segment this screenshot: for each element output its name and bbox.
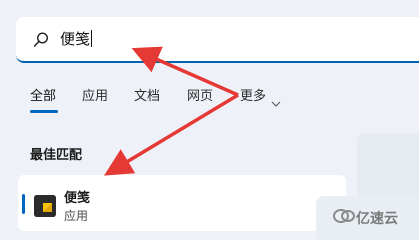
tab-apps[interactable]: 应用 bbox=[82, 88, 108, 106]
sticky-notes-icon bbox=[34, 195, 56, 217]
chevron-down-icon bbox=[271, 93, 281, 107]
tab-web[interactable]: 网页 bbox=[187, 88, 213, 106]
search-query: 便笺 bbox=[60, 30, 91, 48]
tab-all[interactable]: 全部 bbox=[30, 88, 56, 106]
search-input[interactable]: 便笺 bbox=[60, 29, 93, 49]
search-box[interactable]: 便笺 bbox=[16, 17, 419, 63]
selection-indicator bbox=[22, 194, 25, 214]
result-app-type: 应用 bbox=[64, 209, 89, 223]
search-icon bbox=[32, 31, 50, 49]
arrow-to-result bbox=[104, 93, 239, 176]
tab-all-underline bbox=[30, 110, 58, 113]
tab-more[interactable]: 更多 bbox=[240, 88, 266, 106]
tab-documents[interactable]: 文档 bbox=[134, 88, 160, 106]
text-caret bbox=[91, 30, 93, 47]
watermark-text: 亿速云 bbox=[356, 211, 398, 227]
best-match-heading: 最佳匹配 bbox=[30, 148, 83, 163]
best-match-result[interactable]: 便笺 应用 bbox=[18, 175, 346, 231]
result-app-name: 便笺 bbox=[64, 191, 91, 206]
